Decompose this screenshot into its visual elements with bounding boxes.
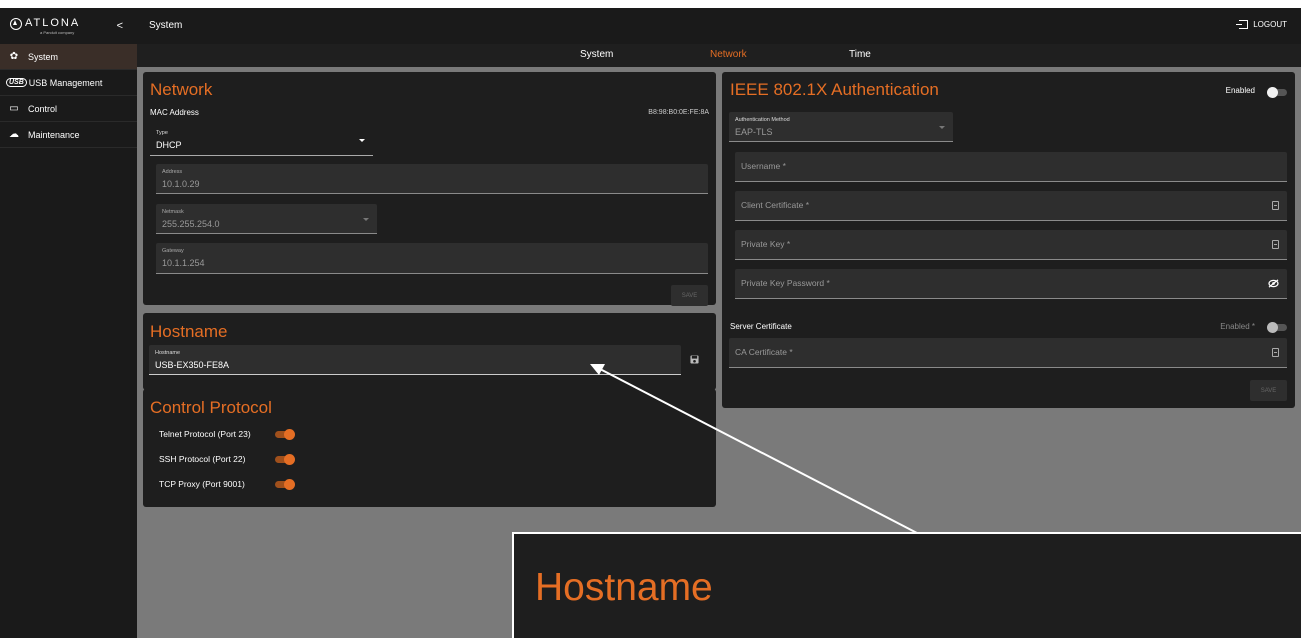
callout-title: Hostname bbox=[535, 566, 713, 609]
zoom-callout: Hostname bbox=[512, 532, 1301, 638]
